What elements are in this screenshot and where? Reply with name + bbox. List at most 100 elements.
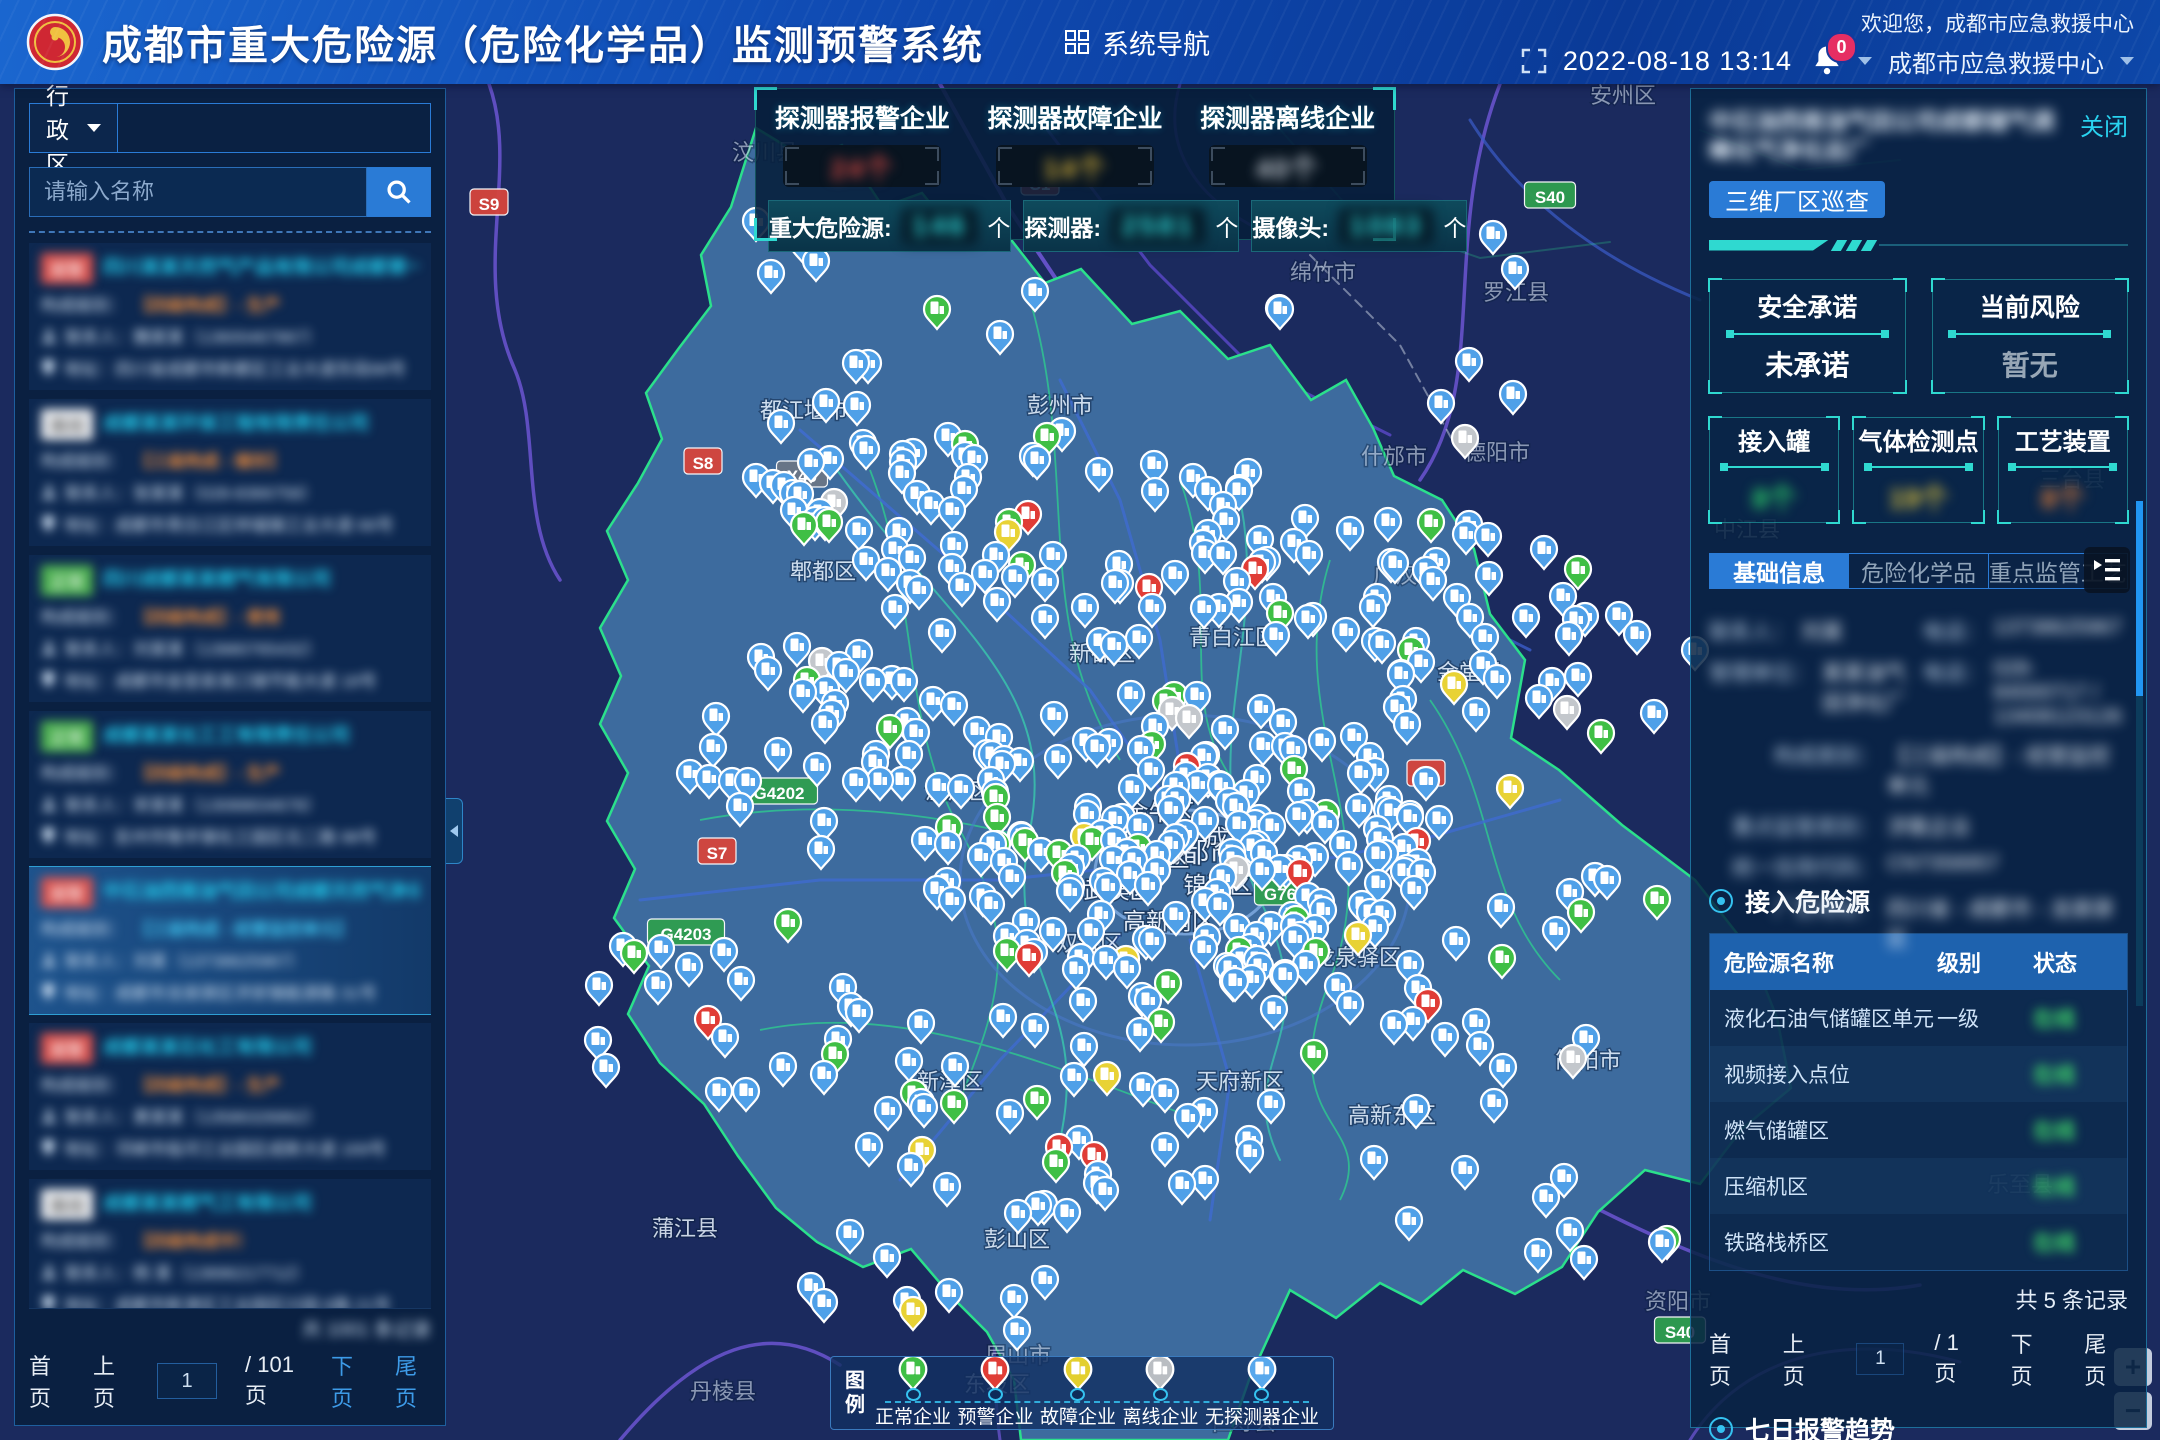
map-legend-item[interactable]: 正常企业 [875,1357,951,1429]
company-level-line: 构成级别：【四级构成】- 生产 [41,1071,419,1096]
divider [1722,466,1827,468]
detail-tabs: 基础信息危险化学品重点监管工艺 [1709,553,2128,589]
last-page-button[interactable]: 尾页 [395,1349,431,1413]
table-row[interactable]: 铁路栈桥区在线 [1710,1214,2127,1270]
counter-value: 2581 [1111,208,1205,244]
first-page-button[interactable]: 首页 [29,1349,65,1413]
company-card[interactable]: 报警四川某某天然气产品有限公司成都第一储配分公司构成级别：【四级构成】- 生产联… [29,243,431,390]
svg-text:S7: S7 [707,844,728,863]
plant-3d-tour-button[interactable]: 三维厂区巡查 [1709,181,1885,218]
table-row[interactable]: 压缩机区在线 [1710,1158,2127,1214]
header-right: 欢迎您，成都市应急救援中心 2022-08-18 13:14 0 成都市应急救援… [1521,6,2134,79]
company-contact-line: 联系人：杨 某（13896217712） [41,1259,419,1284]
table-row[interactable]: 液化石油气储罐区单元一级在线 [1710,990,2127,1046]
company-level-line: 构成级别：【四级构成】- 生产 [41,291,419,316]
record-count: 共 1001 条记录 [29,1315,431,1341]
location-icon [41,827,56,844]
company-name: 成都某某化工工有限责任公司 [103,726,350,747]
tab-0[interactable]: 基础信息 [1710,554,1848,588]
chevron-left-icon [450,825,458,837]
panel-scrollbar[interactable] [2136,501,2143,1006]
info-field: 电话：028-84000717 / 13408123126 [1923,657,2129,729]
status-badge: 正常 [41,721,93,752]
close-button[interactable]: 关闭 [2080,107,2128,142]
map-legend-item[interactable]: 预警企业 [957,1357,1033,1429]
location-icon [41,1139,56,1156]
notification-bell[interactable]: 0 [1808,44,1842,78]
user-menu[interactable]: 成都市应急救援中心 [1888,44,2104,79]
sidebar-footer: 共 1001 条记录 首页 上页 / 101页 下页 尾页 [29,1308,431,1417]
current-risk-card: 当前风险 暂无 [1932,279,2129,393]
map-legend-item[interactable]: 离线企业 [1122,1357,1198,1429]
system-nav-button[interactable]: 系统导航 [1064,23,1210,62]
counter-label: 重大危险源: [769,209,892,243]
map-legend-item[interactable]: 无探测器企业 [1205,1357,1319,1429]
legend-node [1153,1388,1168,1401]
map-legend-item[interactable]: 故障企业 [1040,1357,1116,1429]
page-number-input[interactable] [1856,1343,1904,1375]
company-card-list: 报警四川某某天然气产品有限公司成都第一储配分公司构成级别：【四级构成】- 生产联… [29,243,431,1308]
legend-label: 故障企业 [1040,1402,1116,1429]
bullet-icon [1709,1417,1733,1440]
first-page-button[interactable]: 首页 [1709,1327,1753,1391]
company-card-head: 报警四川某某天然气产品有限公司成都第一储配分公司 [41,253,419,284]
company-card[interactable]: 正常成都某某化工工有限责任公司构成级别：【四级构成】- 生产联系人：宋某某（13… [29,711,431,858]
count-label: 接入罐 [1738,422,1810,457]
grid-icon [1064,29,1090,55]
counter-item: 重大危险源:146个 [768,200,1011,252]
person-icon [41,484,57,500]
road-badge: S9 [470,189,508,215]
next-page-button[interactable]: 下页 [331,1349,367,1413]
company-level-line: 构成级别：【三级构成 - 储存】 [41,447,419,472]
region-filter-input[interactable] [118,103,431,153]
info-field: 联系人：刘某 [1709,616,1915,646]
city-label: 彭州市 [1027,393,1093,418]
company-card[interactable]: 离线成都某某环保工程有限责任公司构成级别：【三级构成 - 储存】联系人：张某某（… [29,399,431,546]
location-icon [41,983,56,1000]
stat-item: 探测器离线企业40个 [1182,99,1393,187]
legend-label: 正常企业 [875,1402,951,1429]
table-row[interactable]: 燃气储罐区在线 [1710,1102,2127,1158]
safety-promise-card: 安全承诺 未承诺 [1709,279,1906,393]
info-row: 联系人：刘某电话：13738625967 [1709,616,2128,646]
city-label: 安州区 [1590,83,1656,108]
info-field: 电话：13738625967 [1923,616,2129,646]
sidebar-collapse-handle[interactable] [446,798,463,864]
road-badge: S7 [698,838,736,864]
scrollbar-thumb[interactable] [2136,501,2143,696]
search-button[interactable] [367,167,431,217]
region-filter-dropdown[interactable]: 行政区 [29,103,118,153]
search-input[interactable] [29,167,367,217]
next-page-button[interactable]: 下页 [2011,1327,2055,1391]
company-card[interactable]: 报警成都某某石化工有限公司构成级别：【四级构成】- 生产联系人：黄某某（1358… [29,1023,431,1170]
page-number-input[interactable] [157,1363,217,1399]
datetime-text: 2022-08-18 13:14 [1563,46,1792,77]
stats-panel: 探测器报警企业24个探测器故障企业14个探测器离线企业40个 重大危险源:146… [755,88,1395,240]
company-card-head: 正常成都某某化工工有限责任公司 [41,721,419,752]
company-level-line: 构成级别：【四级构成中） [41,1227,419,1252]
company-level-line: 构成级别：【三级构成 - 经营监控单元】 [41,915,419,940]
stat-label: 探测器离线企业 [1182,99,1393,135]
company-card[interactable]: 离线成都某某燃气工有限公司构成级别：【四级构成中）联系人：杨 某（1389621… [29,1179,431,1308]
safety-promise-value: 未承诺 [1765,344,1849,384]
tab-1[interactable]: 危险化学品 [1848,554,1987,588]
company-card-head: 报警中石油西南油气田公司成都天然气净化总厂 [41,877,419,908]
company-address-line: 地址：成都市金堂县淮口镇节能大道 18号 [41,667,419,692]
prev-page-button[interactable]: 上页 [93,1349,129,1413]
city-label: 丹棱县 [690,1379,756,1404]
company-address-line: 地址：成都市青白江区祥福镇工业大道 66号 [41,511,419,536]
info-row: 统一信用代码：CN7358957 [1709,852,2128,882]
company-card[interactable]: 报警中石油西南油气田公司成都天然气净化总厂构成级别：【三级构成 - 经营监控单元… [29,867,431,1014]
search-icon [385,178,413,206]
chevron-down-icon[interactable] [1858,57,1872,65]
table-row[interactable]: 视频接入点位在线 [1710,1046,2127,1102]
company-card[interactable]: 正常四川成都某某燃气有限公司构成级别：【四级构成】- 使用联系人：刘某某（139… [29,555,431,702]
company-detail-panel: 中石油西南油气田公司成都储气调峰化气净化总厂 关闭 三维厂区巡查 安全承诺 未承… [1690,88,2147,1428]
chevron-down-icon[interactable] [2120,57,2134,65]
panel-collapse-button[interactable] [2084,547,2130,593]
prev-page-button[interactable]: 上页 [1783,1327,1827,1391]
road-badge: S8 [684,448,722,474]
last-page-button[interactable]: 尾页 [2084,1327,2128,1391]
fullscreen-icon[interactable] [1521,48,1547,74]
status-badge: 报警 [41,253,93,284]
